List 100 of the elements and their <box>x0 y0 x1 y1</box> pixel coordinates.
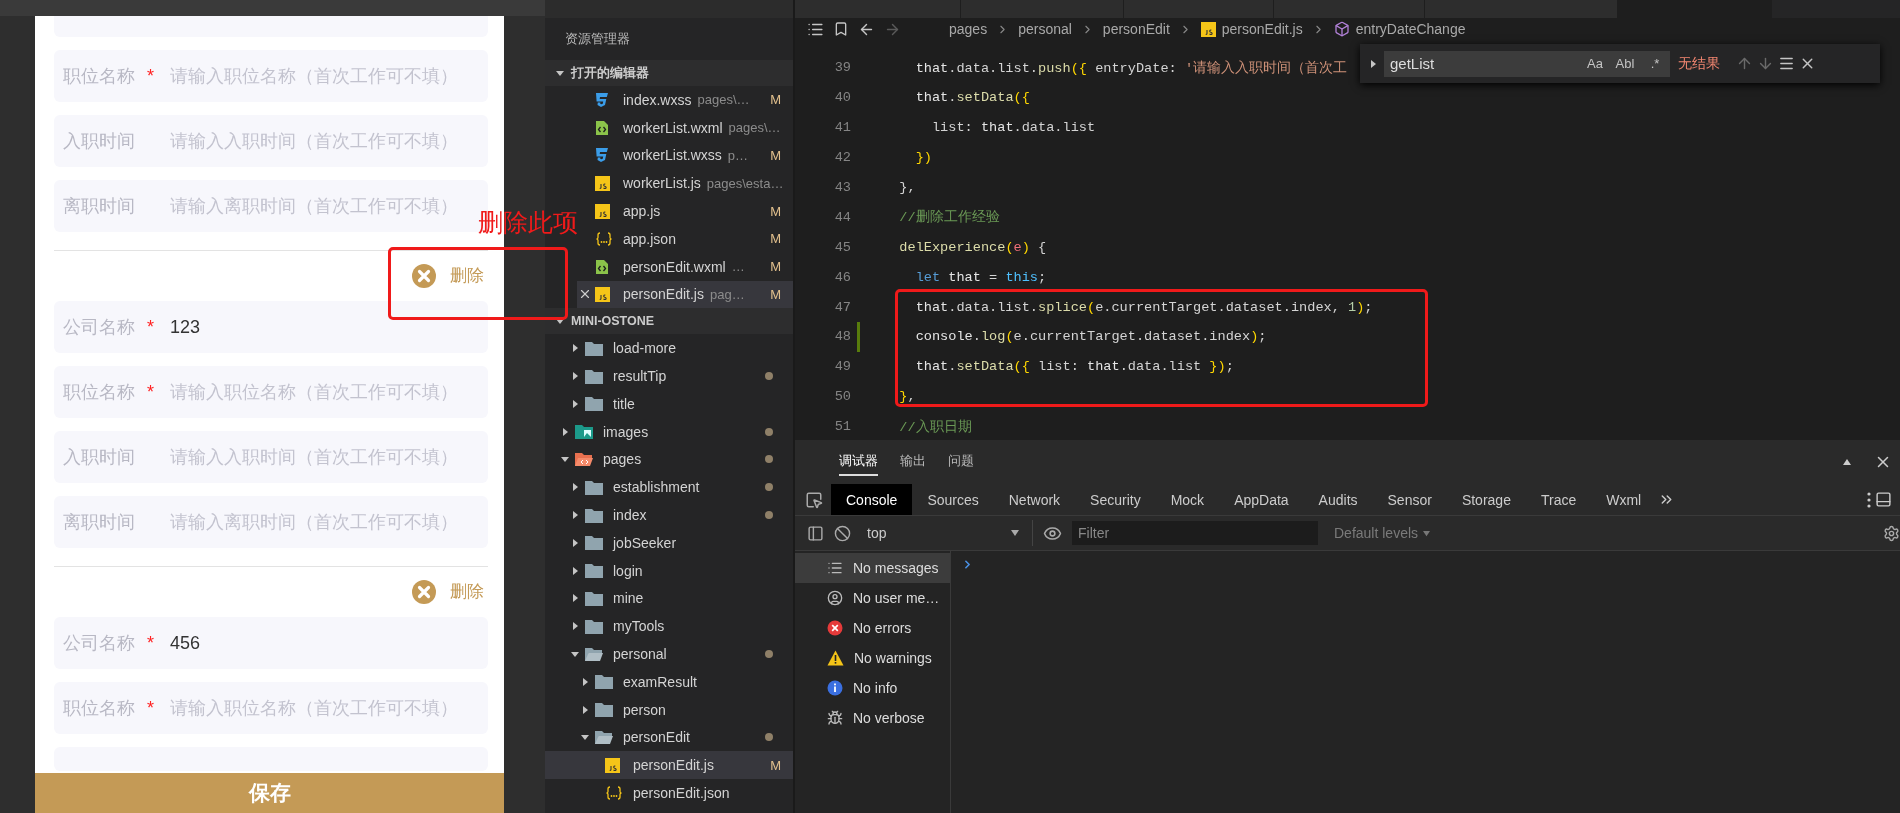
search-field[interactable]: getList <box>1384 50 1580 77</box>
folder-item[interactable]: index <box>545 501 793 529</box>
clear-icon[interactable] <box>834 524 851 542</box>
folder-item[interactable]: personal <box>545 640 793 668</box>
open-editor-item[interactable]: app.json M <box>577 225 793 253</box>
caret-right-icon[interactable] <box>570 537 580 548</box>
folder-icon <box>585 590 603 606</box>
folder-item[interactable]: images <box>545 417 793 446</box>
caret-right-icon[interactable] <box>570 398 580 409</box>
section-title: MINI-OSTONE <box>571 314 655 329</box>
folder-item[interactable]: examResult <box>545 667 793 696</box>
context-select[interactable]: top <box>861 520 1033 546</box>
filter-item[interactable]: No warnings <box>795 643 950 673</box>
section-header[interactable]: 打开的编辑器 <box>545 60 793 86</box>
caret-right-icon[interactable] <box>570 565 580 576</box>
folder-item[interactable]: person <box>545 695 793 724</box>
search-option[interactable]: .* <box>1640 50 1670 77</box>
devtools-tab[interactable]: Network <box>993 484 1076 515</box>
devtools-tab[interactable]: Security <box>1075 484 1156 515</box>
filter-item[interactable]: No messages <box>795 553 950 583</box>
filter-item[interactable]: No verbose <box>795 703 950 733</box>
settings-icon[interactable] <box>1883 524 1900 542</box>
caret-right-icon[interactable] <box>570 482 580 493</box>
folder-item[interactable]: login <box>545 556 793 585</box>
field-label: 公司名称 <box>63 632 135 655</box>
panel-tab[interactable]: 问题 <box>948 448 974 476</box>
devtools-tab[interactable]: Storage <box>1446 484 1526 515</box>
filter-item[interactable]: No user me… <box>795 583 950 613</box>
devtools-tab[interactable]: Trace <box>1525 484 1592 515</box>
form-field[interactable]: 公司名称 * 123 <box>54 301 488 353</box>
folder-item[interactable]: resultTip <box>545 362 793 390</box>
search-option[interactable]: Abl <box>1610 50 1640 77</box>
form-field[interactable] <box>54 16 488 37</box>
field-label: 入职时间 <box>63 446 135 469</box>
caret-right-icon[interactable] <box>560 426 570 437</box>
breadcrumb-item[interactable]: personEdit.js <box>1221 21 1303 37</box>
devtools-tab[interactable]: Sensor <box>1372 484 1447 515</box>
caret-right-icon[interactable] <box>570 510 580 521</box>
open-editor-item[interactable]: workerList.wxss p… M <box>577 141 793 170</box>
file-name: workerList.wxml <box>623 119 723 136</box>
search-option[interactable]: Aa <box>1580 50 1610 77</box>
open-editor-item[interactable]: workerList.js pages\esta… <box>577 169 793 198</box>
breadcrumb-item[interactable]: pages <box>949 21 988 37</box>
file-item[interactable]: personEdit.js M <box>545 751 793 780</box>
file-item[interactable]: personEdit.json <box>545 779 793 807</box>
caret-right-icon[interactable] <box>1368 58 1378 69</box>
filter-item[interactable]: No errors <box>795 613 950 643</box>
folder-icon <box>585 368 603 384</box>
devtools-tab[interactable]: AppData <box>1219 484 1304 515</box>
folder-item[interactable]: jobSeeker <box>545 528 793 557</box>
folder-item[interactable]: personEdit <box>545 723 793 752</box>
sidebar-icon[interactable] <box>807 524 824 542</box>
folder-icon <box>585 618 603 634</box>
pointer-icon <box>805 490 823 509</box>
open-editor-item[interactable]: personEdit.wxml … M <box>577 252 793 281</box>
panel-tab[interactable]: 输出 <box>900 448 926 476</box>
folder-item[interactable]: mine <box>545 584 793 613</box>
breadcrumb-item[interactable]: entryDateChange <box>1355 21 1466 37</box>
section-header[interactable]: MINI-OSTONE <box>545 308 793 335</box>
devtools-tab[interactable]: Sources <box>912 484 994 515</box>
devtools-tab[interactable]: Audits <box>1303 484 1373 515</box>
form-field[interactable]: 公司名称 * 456 <box>54 617 488 669</box>
caret-right-icon[interactable] <box>580 676 590 687</box>
caret-down-icon[interactable] <box>555 68 565 78</box>
filter-label: No errors <box>853 620 912 636</box>
devtools-tab[interactable]: Mock <box>1155 484 1220 515</box>
folder-item[interactable]: establishment <box>545 473 793 502</box>
caret-right-icon[interactable] <box>580 704 590 715</box>
breadcrumb-item[interactable]: personal <box>1018 21 1072 37</box>
filter-field[interactable]: Filter <box>1072 521 1318 545</box>
collapse-icon[interactable] <box>1842 458 1852 466</box>
breadcrumb-item[interactable]: personEdit <box>1102 21 1170 37</box>
open-folder-icon <box>585 646 603 662</box>
file-path: pages\esta… <box>706 175 784 191</box>
item-name: jobSeeker <box>613 534 677 551</box>
input-field[interactable]: 123 <box>170 312 488 342</box>
line-number: 50 <box>833 389 851 405</box>
open-editor-item[interactable]: personEdit.js pag… M <box>577 280 793 309</box>
bookmark-icon[interactable] <box>833 21 849 37</box>
folder-item[interactable]: title <box>545 389 793 418</box>
caret-right-icon[interactable] <box>570 371 580 382</box>
folder-item[interactable]: pages <box>545 445 793 474</box>
open-editor-item[interactable]: app.js M <box>577 197 793 225</box>
caret-right-icon[interactable] <box>570 593 580 604</box>
folder-item[interactable]: load-more <box>545 334 793 363</box>
open-folder-icon <box>575 451 593 467</box>
open-editor-item[interactable]: index.wxss pages\… M <box>577 86 793 114</box>
status-letter: M <box>770 286 781 302</box>
open-folder-icon <box>595 729 613 745</box>
change-marker <box>857 322 860 352</box>
panel-tab[interactable]: 调试器 <box>839 448 878 476</box>
filter-item[interactable]: No info <box>795 673 950 703</box>
open-editor-item[interactable]: workerList.wxml pages\… <box>577 113 793 142</box>
input-field[interactable]: 456 <box>170 628 488 658</box>
caret-right-icon[interactable] <box>570 621 580 632</box>
caret-right-icon[interactable] <box>570 343 580 354</box>
devtools-tab[interactable]: Wxml <box>1591 484 1657 515</box>
image-folder-icon <box>575 424 593 440</box>
folder-item[interactable]: myTools <box>545 612 793 641</box>
devtools-tab[interactable]: Console <box>831 484 913 515</box>
